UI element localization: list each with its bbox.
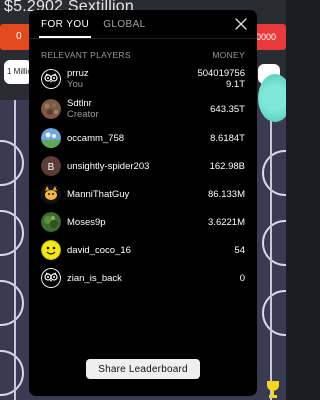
- letter-b-avatar: B: [41, 156, 61, 176]
- cat-avatar: [41, 184, 61, 204]
- column-headers: RELEVANT PLAYERS MONEY: [41, 50, 245, 60]
- trophy-icon[interactable]: [266, 380, 280, 398]
- game-action-button[interactable]: 0000: [252, 24, 286, 50]
- player-name: ManniThatGuy: [67, 188, 130, 200]
- owl-icon: [41, 69, 61, 89]
- players-column-header: RELEVANT PLAYERS: [41, 50, 131, 60]
- smiley-icon: [41, 240, 61, 260]
- player-tag: You: [67, 79, 84, 90]
- player-name: occamm_758: [67, 132, 125, 144]
- nature-avatar: [41, 212, 61, 232]
- leaderboard-list: prruz You 504019756 9.1T Sdtlnr Creator: [41, 64, 245, 292]
- player-name: Sdtlnr: [67, 98, 92, 109]
- share-leaderboard-button[interactable]: Share Leaderboard: [86, 359, 200, 379]
- player-money: 86.133M: [208, 188, 245, 200]
- player-money: 504019756: [197, 68, 245, 79]
- avatar-initial: B: [48, 162, 55, 173]
- leaderboard-tabs: FOR YOU GLOBAL: [39, 18, 148, 38]
- game-ball-cluster: [258, 74, 286, 122]
- player-name: zian_is_back: [67, 272, 122, 284]
- sky-avatar: [41, 128, 61, 148]
- player-tag: Creator: [67, 109, 99, 120]
- player-money: 162.98B: [209, 160, 245, 172]
- player-money: 0: [239, 272, 245, 284]
- player-name: unsightly-spider203: [67, 160, 150, 172]
- tab-for-you[interactable]: FOR YOU: [39, 18, 92, 38]
- player-money-overflow: 9.1T: [225, 79, 245, 90]
- player-money: 3.6221M: [208, 216, 245, 228]
- player-name: david_coco_16: [67, 244, 131, 256]
- leaderboard-row[interactable]: david_coco_16 54: [41, 236, 245, 264]
- tab-global[interactable]: GLOBAL: [101, 18, 147, 38]
- player-money: 8.6184T: [210, 132, 245, 144]
- player-name: Moses9p: [67, 216, 106, 228]
- leaderboard-row[interactable]: prruz You 504019756 9.1T: [41, 64, 245, 94]
- player-money: 643.35T: [210, 103, 245, 115]
- leaderboard-row[interactable]: B unsightly-spider203 162.98B: [41, 152, 245, 180]
- leaderboard-row[interactable]: ManniThatGuy 86.133M: [41, 180, 245, 208]
- leaderboard-row[interactable]: Sdtlnr Creator 643.35T: [41, 94, 245, 124]
- close-icon[interactable]: [235, 18, 247, 30]
- player-name: prruz: [67, 68, 89, 79]
- owl-icon: [41, 268, 61, 288]
- leaderboard-row[interactable]: Moses9p 3.6221M: [41, 208, 245, 236]
- tab-divider: [29, 38, 257, 39]
- leaderboard-row[interactable]: occamm_758 8.6184T: [41, 124, 245, 152]
- player-money: 54: [234, 244, 245, 256]
- money-column-header: MONEY: [212, 50, 245, 60]
- game-value-chip: 1 Millio: [4, 60, 32, 84]
- brown-texture-avatar: [41, 99, 61, 119]
- leaderboard-modal: FOR YOU GLOBAL RELEVANT PLAYERS MONEY pr…: [29, 10, 257, 396]
- leaderboard-row[interactable]: zian_is_back 0: [41, 264, 245, 292]
